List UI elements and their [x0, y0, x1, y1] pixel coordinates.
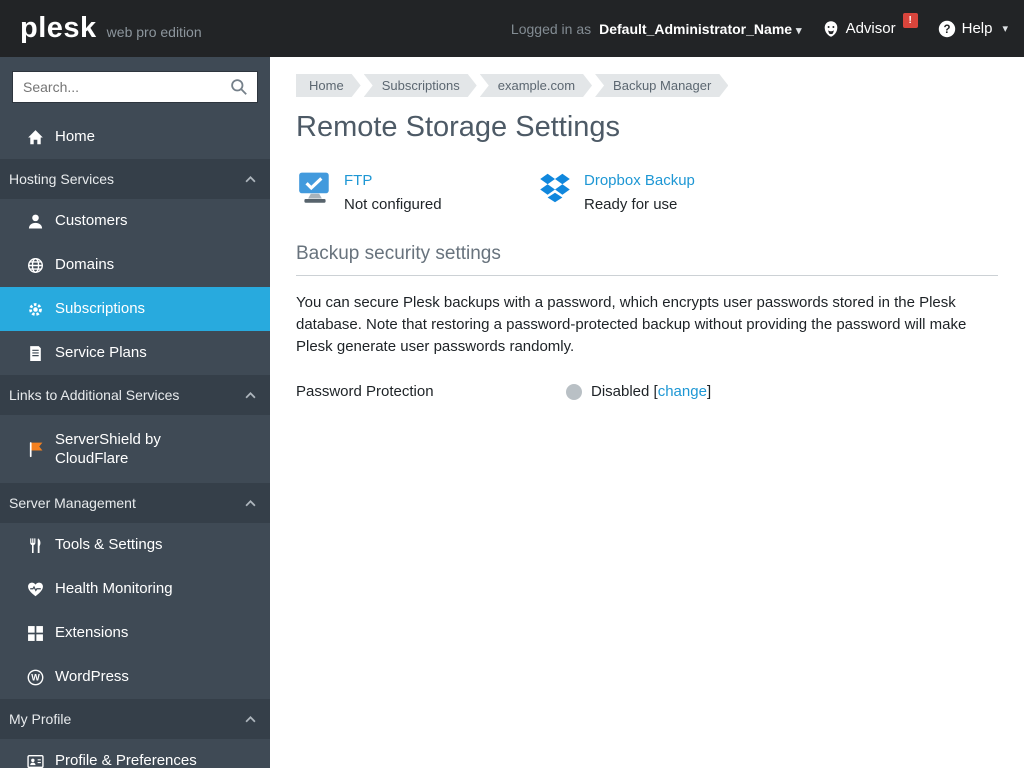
storage-option-text: Dropbox Backup Ready for use	[584, 170, 695, 213]
sidebar-item-wordpress[interactable]: W WordPress	[0, 655, 270, 699]
chevron-up-icon	[245, 499, 256, 506]
dropbox-icon[interactable]	[536, 170, 574, 208]
sidebar-section-my-profile[interactable]: My Profile	[0, 699, 270, 739]
sidebar-item-label: Extensions	[55, 624, 129, 642]
password-protection-label: Password Protection	[296, 383, 434, 401]
status-indicator-dot	[566, 383, 582, 400]
page-title: Remote Storage Settings	[296, 111, 621, 143]
profile-card-icon	[27, 754, 44, 768]
dropbox-backup-link[interactable]: Dropbox Backup	[584, 172, 695, 189]
plesk-logo[interactable]: plesk	[20, 12, 97, 45]
user-menu[interactable]: Default_Administrator_Name ▾	[599, 21, 801, 37]
section-label: Links to Additional Services	[9, 387, 180, 403]
status-text: Disabled	[591, 383, 650, 401]
edition-label: web pro edition	[106, 24, 202, 40]
svg-text:W: W	[31, 672, 40, 682]
sidebar-item-label: Service Plans	[55, 344, 147, 362]
breadcrumb-item-home[interactable]: Home	[296, 74, 361, 97]
sidebar-section-additional-services[interactable]: Links to Additional Services	[0, 375, 270, 415]
search-input[interactable]	[12, 71, 258, 103]
subscriptions-icon	[29, 302, 42, 316]
sidebar-item-health-monitoring[interactable]: Health Monitoring	[0, 567, 270, 611]
section-label: Server Management	[9, 495, 136, 511]
sidebar-item-label: Tools & Settings	[55, 536, 163, 554]
breadcrumb-item-domain[interactable]: example.com	[480, 74, 592, 97]
sidebar-search	[0, 57, 270, 115]
security-settings-heading: Backup security settings	[296, 243, 998, 276]
help-label: Help	[961, 20, 993, 37]
chevron-down-icon: ▾	[796, 24, 802, 37]
sidebar-item-customers[interactable]: Customers	[0, 199, 270, 243]
plesk-app: plesk web pro edition Logged in as Defau…	[0, 0, 1024, 768]
section-label: Hosting Services	[9, 171, 115, 187]
security-description: You can secure Plesk backups with a pass…	[296, 294, 967, 355]
chevron-up-icon	[245, 175, 256, 182]
storage-option-dropbox: Dropbox Backup Ready for use	[536, 170, 776, 213]
dropbox-status: Ready for use	[584, 196, 678, 213]
sidebar-item-label: Customers	[55, 212, 128, 230]
service-plans-icon	[30, 345, 41, 361]
logo-wrap: plesk web pro edition	[20, 12, 202, 45]
svg-text:?: ?	[943, 24, 950, 36]
home-icon	[28, 129, 43, 144]
sidebar-section-hosting-services[interactable]: Hosting Services	[0, 159, 270, 199]
advisor-icon	[824, 20, 837, 37]
customers-icon	[28, 214, 43, 229]
sidebar-item-tools-settings[interactable]: Tools & Settings	[0, 523, 270, 567]
header-right: Logged in as Default_Administrator_Name ▾…	[510, 13, 1008, 38]
search-icon	[231, 79, 247, 95]
sidebar-item-profile-preferences[interactable]: Profile & Preferences	[0, 739, 270, 768]
sidebar-item-domains[interactable]: Domains	[0, 243, 270, 287]
storage-option-text: FTP Not configured	[344, 170, 442, 213]
sidebar-item-label: ServerShield by CloudFlare	[55, 430, 161, 468]
tools-icon	[30, 537, 41, 553]
advisor-menu[interactable]: Advisor !	[822, 13, 918, 38]
sidebar: Home Hosting Services Customers Domains	[0, 57, 270, 768]
sidebar-item-service-plans[interactable]: Service Plans	[0, 331, 270, 375]
breadcrumb: Home Subscriptions example.com Backup Ma…	[296, 74, 998, 97]
sidebar-item-label: Domains	[55, 256, 115, 274]
change-link[interactable]: change	[658, 383, 707, 400]
help-menu[interactable]: ? Help ▾	[938, 20, 1008, 38]
user-name: Default_Administrator_Name	[599, 20, 793, 37]
advisor-notification-badge: !	[902, 13, 918, 28]
chevron-up-icon	[245, 391, 256, 398]
main-content: Home Subscriptions example.com Backup Ma…	[270, 57, 1024, 768]
sidebar-section-server-management[interactable]: Server Management	[0, 483, 270, 523]
ftp-link[interactable]: FTP	[344, 172, 372, 189]
bracket-close: ]	[706, 383, 712, 401]
sidebar-item-label: Health Monitoring	[55, 580, 173, 598]
help-icon: ?	[938, 20, 955, 37]
sidebar-item-subscriptions[interactable]: Subscriptions	[0, 287, 270, 331]
wordpress-icon: W	[27, 669, 44, 685]
sidebar-item-label: Profile & Preferences	[55, 752, 197, 768]
sidebar-item-servershield[interactable]: ServerShield by CloudFlare	[0, 415, 270, 483]
password-protection-row: Password Protection Disabled [change]	[296, 383, 998, 400]
breadcrumb-item-subscriptions[interactable]: Subscriptions	[364, 74, 477, 97]
password-protection-status: Disabled [change]	[591, 383, 711, 400]
sidebar-item-label: WordPress	[55, 668, 129, 686]
health-heart-icon	[28, 582, 43, 596]
sidebar-item-home[interactable]: Home	[0, 115, 270, 159]
sidebar-item-label: Home	[55, 128, 96, 146]
ftp-status: Not configured	[344, 196, 442, 213]
storage-options: FTP Not configured Dropbox Backup Ready …	[296, 170, 998, 213]
chevron-up-icon	[245, 715, 256, 722]
sidebar-nav: Home Hosting Services Customers Domains	[0, 115, 270, 768]
sidebar-item-label: Subscriptions	[55, 300, 146, 318]
sidebar-item-extensions[interactable]: Extensions	[0, 611, 270, 655]
breadcrumb-item-backup-manager: Backup Manager	[595, 74, 728, 97]
servershield-flag-icon	[29, 441, 43, 457]
domains-icon	[28, 257, 43, 273]
logged-in-label: Logged in as	[510, 20, 592, 37]
top-header: plesk web pro edition Logged in as Defau…	[0, 0, 1024, 57]
chevron-down-icon: ▾	[1002, 23, 1008, 35]
advisor-label: Advisor	[845, 20, 896, 37]
section-label: My Profile	[9, 711, 72, 727]
storage-option-ftp: FTP Not configured	[296, 170, 536, 213]
ftp-storage-icon[interactable]	[296, 170, 334, 208]
extensions-blocks-icon	[28, 625, 43, 641]
